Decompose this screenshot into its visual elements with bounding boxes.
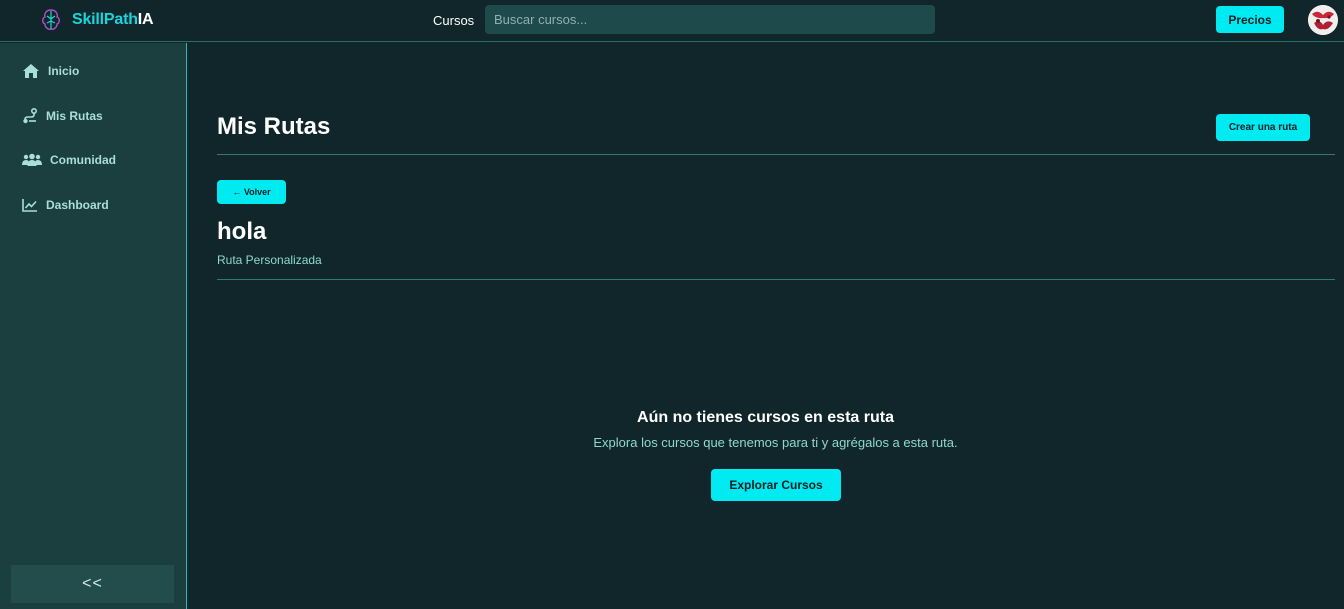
back-button[interactable]: ← Volver [217, 180, 286, 204]
chart-line-icon [22, 199, 37, 212]
sidebar-item-label: Mis Rutas [46, 109, 103, 123]
sidebar-item-label: Comunidad [50, 153, 116, 167]
brand-name: SkillPathIA [72, 11, 154, 29]
sidebar-item-mis-rutas[interactable]: Mis Rutas [22, 108, 103, 124]
sidebar-item-label: Dashboard [46, 198, 109, 212]
sidebar-item-dashboard[interactable]: Dashboard [22, 198, 109, 212]
users-icon [22, 153, 42, 166]
sidebar-item-label: Inicio [48, 64, 80, 78]
brand-name-part1: SkillPath [72, 11, 138, 28]
brain-logo-icon [42, 9, 60, 30]
route-icon [23, 108, 37, 124]
home-icon [23, 64, 39, 78]
avatar-image-icon [1308, 5, 1338, 35]
sidebar-item-inicio[interactable]: Inicio [22, 63, 79, 79]
route-type: Ruta Personalizada [217, 253, 322, 267]
precios-button[interactable]: Precios [1216, 6, 1284, 33]
empty-state-description: Explora los cursos que tenemos para ti y… [593, 435, 958, 450]
sidebar: Inicio Mis Rutas Comunidad Dashboard << [0, 43, 187, 609]
collapse-sidebar-button[interactable]: << [11, 565, 174, 603]
top-bar: SkillPathIA Cursos Precios [0, 0, 1344, 42]
sidebar-item-comunidad[interactable]: Comunidad [22, 153, 116, 167]
nav-cursos-link[interactable]: Cursos [433, 13, 474, 28]
divider [217, 279, 1335, 280]
divider [217, 154, 1335, 155]
page-title: Mis Rutas [217, 113, 331, 140]
logo[interactable]: SkillPathIA [40, 8, 154, 32]
avatar[interactable] [1308, 5, 1338, 35]
explore-courses-button[interactable]: Explorar Cursos [711, 469, 841, 501]
empty-state-title: Aún no tienes cursos en esta ruta [637, 409, 894, 426]
search-input[interactable] [485, 5, 935, 34]
route-name: hola [217, 218, 267, 245]
brand-name-part2: IA [137, 11, 154, 28]
create-route-button[interactable]: Crear una ruta [1216, 114, 1310, 141]
